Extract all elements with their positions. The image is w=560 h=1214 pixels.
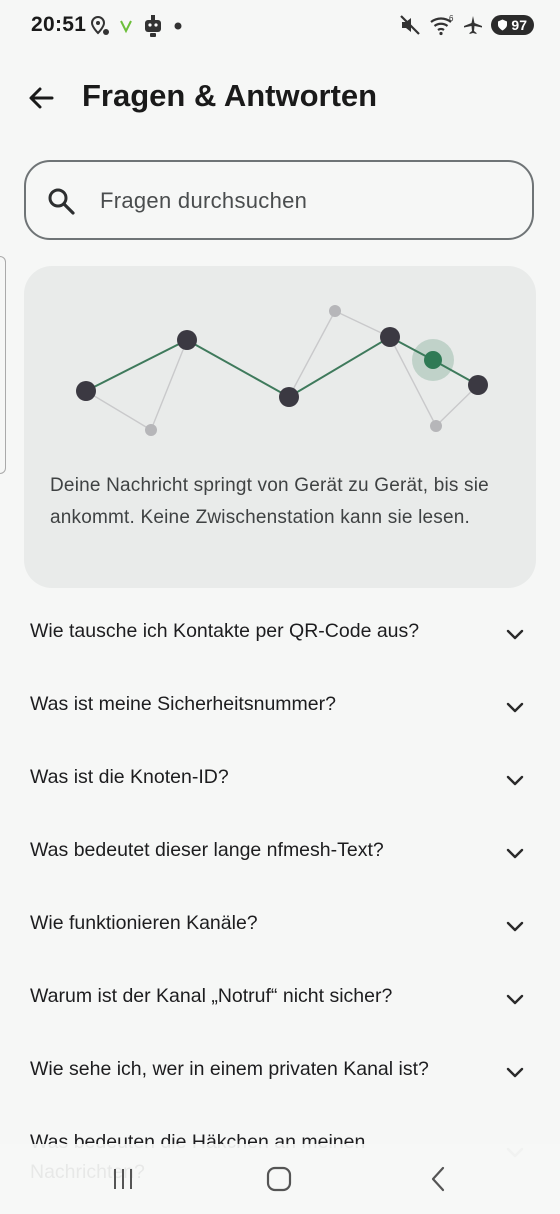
dot-icon [174,22,182,30]
faq-question: Was ist meine Sicherheitsnummer? [30,693,336,715]
battery-level: 97 [511,17,527,33]
device-node [279,387,299,407]
chevron-down-icon [506,848,524,859]
recent-apps-icon[interactable] [108,1164,138,1194]
wifi-icon: 6 [430,14,454,36]
status-right-icons: 6 97 [399,14,534,36]
mute-icon [400,15,421,35]
device-node [380,327,400,347]
device-node [76,381,96,401]
mesh-illustration-card: Deine Nachricht springt von Gerät zu Ger… [24,266,536,588]
faq-question: Warum ist der Kanal „Notruf“ nicht siche… [30,985,393,1007]
page-title: Fragen & Antworten [82,78,378,113]
robot-icon [145,15,161,37]
card-description: Deine Nachricht springt von Gerät zu Ger… [50,475,489,528]
faq-item[interactable]: Wie tausche ich Kontakte per QR-Code aus… [0,596,560,669]
search-input[interactable] [100,182,500,220]
device-node [177,330,197,350]
chevron-down-icon [506,629,524,640]
active-node [424,351,442,369]
battery-badge: 97 [491,15,534,35]
chevron-down-icon [506,775,524,786]
chevron-down-icon [506,921,524,932]
status-bar: 20:51 6 97 [0,0,560,52]
faq-item[interactable]: Wie funktionieren Kanäle? [0,888,560,961]
faq-item[interactable]: Was ist meine Sicherheitsnummer? [0,669,560,742]
status-time: 20:51 [31,13,87,36]
search-icon [48,188,75,215]
back-button[interactable] [24,80,60,116]
faq-question: Was bedeutet dieser lange nfmesh-Text? [30,839,384,861]
leaf-icon [120,20,132,34]
faq-item[interactable]: Was ist die Knoten-ID? [0,742,560,815]
location-pin-icon [90,15,109,35]
chevron-down-icon [506,702,524,713]
relay-node-faint [145,424,157,436]
airplane-icon [464,16,483,34]
faq-question: Wie funktionieren Kanäle? [30,912,258,934]
faq-item[interactable]: Warum ist der Kanal „Notruf“ nicht siche… [0,961,560,1034]
chevron-down-icon [506,994,524,1005]
search-field[interactable] [24,160,534,240]
edge-panel-handle[interactable] [0,256,6,474]
app-bar: Fragen & Antworten [0,60,560,132]
faq-list: Wie tausche ich Kontakte per QR-Code aus… [0,596,560,1107]
chevron-down-icon [506,1067,524,1078]
faq-question: Was ist die Knoten-ID? [30,766,229,788]
svg-text:6: 6 [449,14,454,23]
faq-question: Wie tausche ich Kontakte per QR-Code aus… [30,620,420,642]
back-icon[interactable] [424,1164,454,1194]
shield-icon [498,19,508,31]
faq-item[interactable]: Wie sehe ich, wer in einem privaten Kana… [0,1034,560,1107]
faq-question: Wie sehe ich, wer in einem privaten Kana… [30,1058,429,1080]
device-node [468,375,488,395]
mesh-network-illustration [76,305,488,436]
system-nav-bar [0,1144,560,1214]
arrow-back-icon [29,87,54,109]
relay-node-faint [430,420,442,432]
status-left-icons [90,14,183,38]
relay-node-faint [329,305,341,317]
home-icon[interactable] [264,1164,294,1194]
faq-item[interactable]: Was bedeutet dieser lange nfmesh-Text? [0,815,560,888]
